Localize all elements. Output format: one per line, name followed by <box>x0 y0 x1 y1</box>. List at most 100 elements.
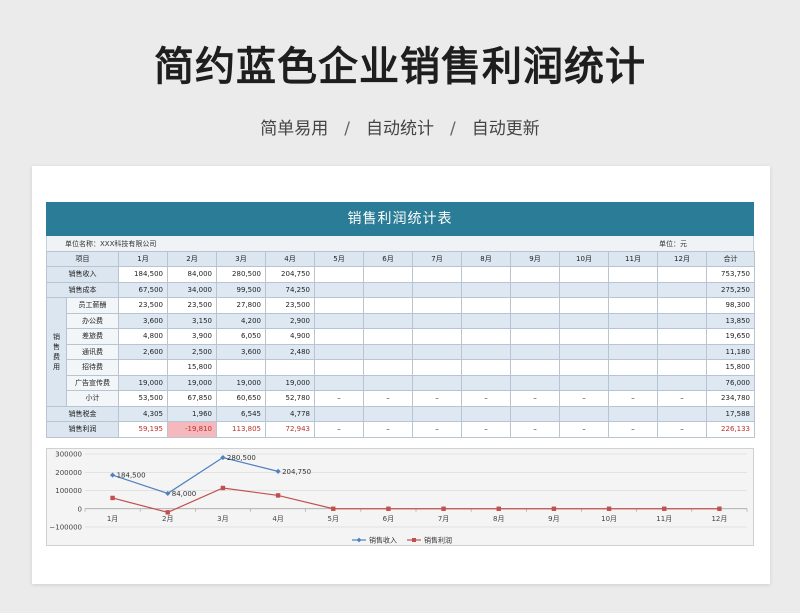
total-cell: 98,300 <box>706 297 755 314</box>
value-cell <box>412 405 462 422</box>
chart-svg: 300000 200000 100000 0 −100000 1月 2月 3月 4月 5月 6月 7月… <box>49 451 748 545</box>
value-cell: 19,000 <box>216 374 266 391</box>
header-cell: 3月 <box>216 251 266 267</box>
value-cell <box>314 297 364 314</box>
x-tick-label: 6月 <box>383 515 394 523</box>
value-cell <box>363 297 413 314</box>
table-row: 销售利润 59,195 -19,810 113,805 72,943– – – – – – – –22… <box>46 421 755 438</box>
legend-label: 销售利润 <box>424 536 452 545</box>
group-label-char: 用 <box>53 362 60 371</box>
table-row: 销售成本 67,500 34,000 99,500 74,250 275,250 <box>46 281 755 298</box>
value-cell: – <box>510 390 560 407</box>
unit-name: 单位名称：XXX科技有限公司 <box>65 240 157 248</box>
value-cell <box>461 405 511 422</box>
value-cell <box>559 312 609 329</box>
value-cell: 204,750 <box>265 266 315 283</box>
value-cell <box>510 266 560 283</box>
value-cell <box>363 312 413 329</box>
row-label: 差旅费 <box>66 328 119 345</box>
row-label: 销售利润 <box>46 421 119 438</box>
value-cell <box>510 374 560 391</box>
value-cell: 60,650 <box>216 390 266 407</box>
value-cell <box>363 374 413 391</box>
group-label-char: 销 <box>53 332 60 341</box>
x-tick-label: 5月 <box>328 515 339 523</box>
value-cell <box>412 374 462 391</box>
value-cell: 4,200 <box>216 312 266 329</box>
value-cell: 184,500 <box>118 266 168 283</box>
y-tick-label: 300000 <box>55 451 82 459</box>
value-cell <box>510 297 560 314</box>
value-cell: 23,500 <box>167 297 217 314</box>
data-point <box>496 506 501 511</box>
table-row: 销售税金 4,305 1,960 6,545 4,778 17,588 <box>46 405 755 422</box>
value-cell <box>510 405 560 422</box>
value-cell: 59,195 <box>118 421 168 438</box>
value-cell <box>412 343 462 360</box>
value-cell <box>608 343 658 360</box>
header-cell: 2月 <box>167 251 217 267</box>
page-subtitle: 简单易用 / 自动统计 / 自动更新 <box>0 114 800 139</box>
data-point <box>275 468 281 474</box>
value-cell <box>608 374 658 391</box>
data-point <box>165 510 170 515</box>
table-row: 小计 53,500 67,850 60,650 52,780– – – – – – – –234,78… <box>47 390 755 407</box>
y-tick-label: 200000 <box>55 469 82 477</box>
legend-marker <box>412 538 416 542</box>
value-cell <box>363 328 413 345</box>
value-cell: 15,800 <box>167 359 217 376</box>
value-cell: 99,500 <box>216 281 266 298</box>
value-cell <box>608 266 658 283</box>
table-row: 销售费用员工薪酬 23,500 23,500 27,800 23,500 98,300 <box>46 297 755 407</box>
value-cell: 280,500 <box>216 266 266 283</box>
value-cell <box>608 328 658 345</box>
y-tick-label: −100000 <box>49 524 82 532</box>
value-cell <box>510 312 560 329</box>
value-cell <box>608 297 658 314</box>
value-cell: – <box>412 390 462 407</box>
value-cell: – <box>461 390 511 407</box>
value-cell: -19,810 <box>167 421 217 438</box>
value-cell <box>461 266 511 283</box>
value-cell: 3,150 <box>167 312 217 329</box>
value-cell: 23,500 <box>118 297 168 314</box>
value-cell <box>559 281 609 298</box>
value-cell: 113,805 <box>216 421 266 438</box>
value-cell <box>461 328 511 345</box>
x-tick-label: 3月 <box>217 515 228 523</box>
x-tick-label: 11月 <box>656 515 672 523</box>
header-cell: 10月 <box>559 251 609 267</box>
value-cell <box>559 328 609 345</box>
value-cell: 3,600 <box>216 343 266 360</box>
row-label: 员工薪酬 <box>66 297 119 314</box>
value-cell <box>461 312 511 329</box>
value-cell <box>559 359 609 376</box>
value-cell <box>657 281 707 298</box>
value-cell <box>657 374 707 391</box>
value-cell <box>363 266 413 283</box>
value-cell: 72,943 <box>265 421 315 438</box>
value-cell: – <box>559 421 609 438</box>
total-cell: 17,588 <box>706 405 755 422</box>
value-cell <box>461 343 511 360</box>
header-cell: 12月 <box>657 251 707 267</box>
value-cell: – <box>608 421 658 438</box>
total-cell: 234,780 <box>706 390 755 407</box>
value-cell <box>216 359 266 376</box>
value-cell <box>608 281 658 298</box>
table-row: 通讯费 2,600 2,500 3,600 2,480 11,180 <box>47 343 755 360</box>
value-cell <box>559 405 609 422</box>
value-cell <box>559 266 609 283</box>
row-label: 通讯费 <box>66 343 119 360</box>
value-cell: 23,500 <box>265 297 315 314</box>
value-cell <box>510 359 560 376</box>
value-cell: 2,480 <box>265 343 315 360</box>
value-cell <box>657 328 707 345</box>
value-cell: 2,500 <box>167 343 217 360</box>
value-cell <box>412 359 462 376</box>
value-cell <box>657 297 707 314</box>
value-cell <box>314 328 364 345</box>
x-tick-label: 7月 <box>438 515 449 523</box>
value-cell: 27,800 <box>216 297 266 314</box>
value-cell: 4,900 <box>265 328 315 345</box>
